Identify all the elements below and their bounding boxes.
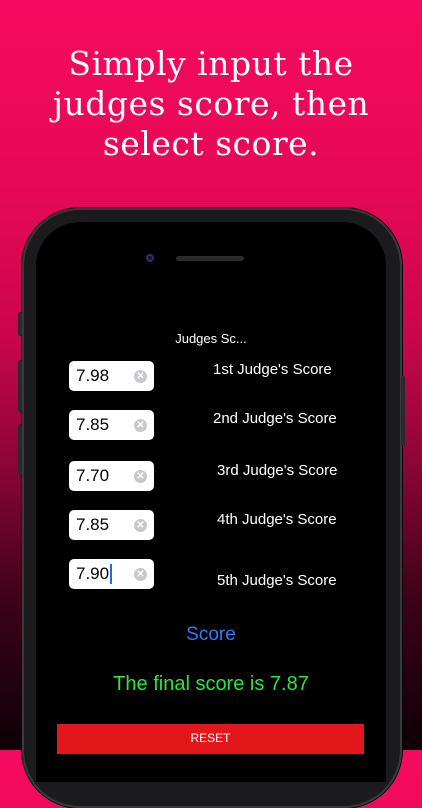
phone-screen (36, 222, 386, 782)
judge-4-score-value: 7.85 (76, 515, 110, 534)
judge-1-score-input[interactable]: 7.98 ✕ (69, 361, 154, 391)
judge-5-score-input[interactable]: 7.90 ✕ (69, 559, 154, 589)
judge-5-score-value: 7.90 (76, 564, 110, 583)
judge-3-score-input[interactable]: 7.70 ✕ (69, 461, 154, 491)
score-button[interactable]: Score (0, 624, 422, 646)
clear-icon[interactable]: ✕ (134, 419, 147, 432)
power-button (401, 376, 405, 446)
judge-3-label: 3rd Judge's Score (217, 462, 338, 479)
judge-2-label: 2nd Judge's Score (213, 410, 337, 427)
headline-line-2: judges score, then (52, 84, 370, 123)
judge-4-score-input[interactable]: 7.85 ✕ (69, 510, 154, 540)
promo-headline: Simply input the judges score, then sele… (0, 44, 422, 164)
front-camera-icon (146, 254, 154, 262)
judge-2-score-input[interactable]: 7.85 ✕ (69, 410, 154, 440)
final-score-text: The final score is 7.87 (113, 673, 309, 695)
clear-icon[interactable]: ✕ (134, 519, 147, 532)
volume-down-button (18, 424, 22, 476)
clear-icon[interactable]: ✕ (134, 470, 147, 483)
text-cursor (110, 564, 113, 584)
headline-line-1: Simply input the (68, 44, 354, 83)
earpiece-speaker (176, 256, 244, 261)
volume-up-button (18, 360, 22, 412)
judge-2-score-value: 7.85 (76, 415, 110, 434)
headline-line-3: select score. (102, 124, 320, 163)
clear-icon[interactable]: ✕ (134, 568, 147, 581)
nav-title: Judges Sc... (175, 331, 247, 346)
judge-4-label: 4th Judge's Score (217, 511, 337, 528)
judge-1-label: 1st Judge's Score (213, 361, 332, 378)
judge-3-score-value: 7.70 (76, 466, 110, 485)
judge-5-label: 5th Judge's Score (217, 572, 337, 589)
judge-1-score-value: 7.98 (76, 366, 110, 385)
clear-icon[interactable]: ✕ (134, 370, 147, 383)
